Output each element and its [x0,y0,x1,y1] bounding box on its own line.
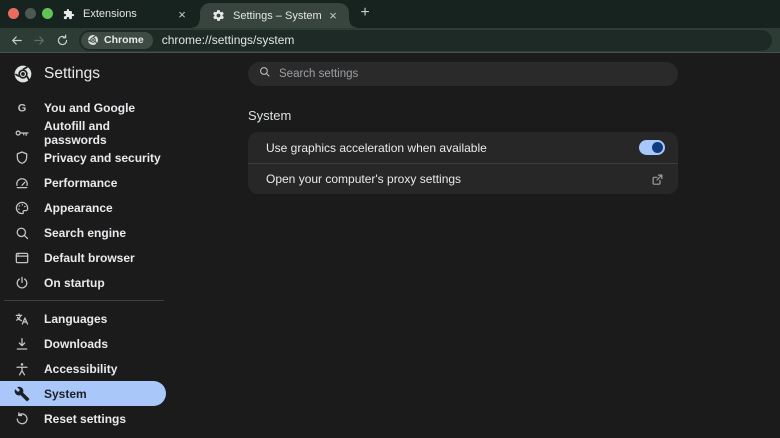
sidebar-item-label: System [44,386,87,401]
tab-label: Extensions [83,8,137,20]
row-label: Use graphics acceleration when available [266,140,487,155]
browser-window: Extensions × Settings – System × + Chrom… [0,0,780,438]
back-icon[interactable] [6,30,26,50]
minimize-window-button[interactable] [25,8,36,19]
proxy-settings-row[interactable]: Open your computer's proxy settings [248,163,678,194]
sidebar-item-on-startup[interactable]: On startup [0,270,166,295]
sidebar-divider [4,300,164,301]
sidebar-item-label: Appearance [44,200,113,215]
sidebar-item-performance[interactable]: Performance [0,170,166,195]
reset-icon [14,411,30,427]
speedometer-icon [14,175,30,191]
sidebar-item-search-engine[interactable]: Search engine [0,220,166,245]
translate-icon [14,311,30,327]
power-icon [14,275,30,291]
chrome-chip[interactable]: Chrome [81,31,153,49]
search-input[interactable] [279,68,668,80]
gear-icon [212,9,225,22]
address-bar[interactable]: Chrome chrome://settings/system [79,29,772,51]
tab-label: Settings – System [233,9,322,22]
key-icon [14,125,30,141]
main-content: System Use graphics acceleration when av… [236,53,780,437]
section-title: System [248,108,292,123]
wrench-icon [14,386,30,402]
palette-icon [14,200,30,216]
sidebar-item-languages[interactable]: Languages [0,306,166,331]
sidebar-item-label: On startup [44,275,105,290]
chip-label: Chrome [104,34,144,46]
close-window-button[interactable] [8,8,19,19]
sidebar-item-label: Downloads [44,336,109,351]
close-icon[interactable]: × [174,6,190,22]
sidebar-item-autofill-and-passwords[interactable]: Autofill and passwords [0,118,166,147]
settings-search[interactable] [248,62,678,86]
download-icon [14,336,30,352]
close-icon[interactable]: × [325,8,341,24]
chrome-logo-icon [13,64,33,84]
sidebar-item-label: You and Google [44,100,136,115]
shield-icon [14,150,30,166]
svg-text:G: G [18,102,27,114]
search-icon [258,65,271,83]
url-text: chrome://settings/system [161,33,295,47]
new-tab-button[interactable]: + [356,5,374,23]
sidebar-item-system[interactable]: System [0,381,166,406]
toggle-thumb [652,142,663,153]
traffic-lights [8,8,53,19]
tab-settings-system[interactable]: Settings – System × [192,3,357,28]
sidebar-item-appearance[interactable]: Appearance [0,195,166,220]
settings-page: Settings G You and Google Autofill and pas… [0,53,780,437]
sidebar-item-label: Search engine [44,225,127,240]
chrome-logo-icon [87,34,99,46]
tab-strip: Extensions × Settings – System × + [0,0,780,28]
browser-window-icon [14,250,30,266]
graphics-acceleration-toggle[interactable] [639,140,665,155]
settings-brand: Settings [0,53,236,95]
sidebar-item-reset-settings[interactable]: Reset settings [0,406,166,431]
sidebar-item-label: Privacy and security [44,150,161,165]
sidebar: Settings G You and Google Autofill and pas… [0,53,236,437]
search-icon [14,225,30,241]
page-title: Settings [44,65,101,82]
toolbar: Chrome chrome://settings/system [0,28,780,53]
sidebar-item-downloads[interactable]: Downloads [0,331,166,356]
sidebar-item-label: Performance [44,175,118,190]
sidebar-item-label: Languages [44,311,108,326]
sidebar-item-accessibility[interactable]: Accessibility [0,356,166,381]
sidebar-item-you-and-google[interactable]: G You and Google [0,95,166,120]
sidebar-item-label: Autofill and passwords [44,118,110,147]
sidebar-item-privacy-and-security[interactable]: Privacy and security [0,145,166,170]
system-settings-card: Use graphics acceleration when available… [248,132,678,194]
sidebar-item-default-browser[interactable]: Default browser [0,245,166,270]
graphics-acceleration-row: Use graphics acceleration when available [248,132,678,163]
sidebar-item-label: Accessibility [44,361,118,376]
sidebar-item-label: Default browser [44,250,135,265]
accessibility-icon [14,361,30,377]
reload-icon[interactable] [52,30,72,50]
tab-extensions[interactable]: Extensions × [52,0,198,28]
row-label: Open your computer's proxy settings [266,172,462,186]
sidebar-nav: G You and Google Autofill and passwords Pri… [0,95,236,431]
forward-icon[interactable] [29,30,49,50]
sidebar-item-label: Reset settings [44,411,127,426]
external-link-icon[interactable] [650,172,665,187]
puzzle-icon [62,8,75,21]
google-g-icon: G [14,100,30,116]
